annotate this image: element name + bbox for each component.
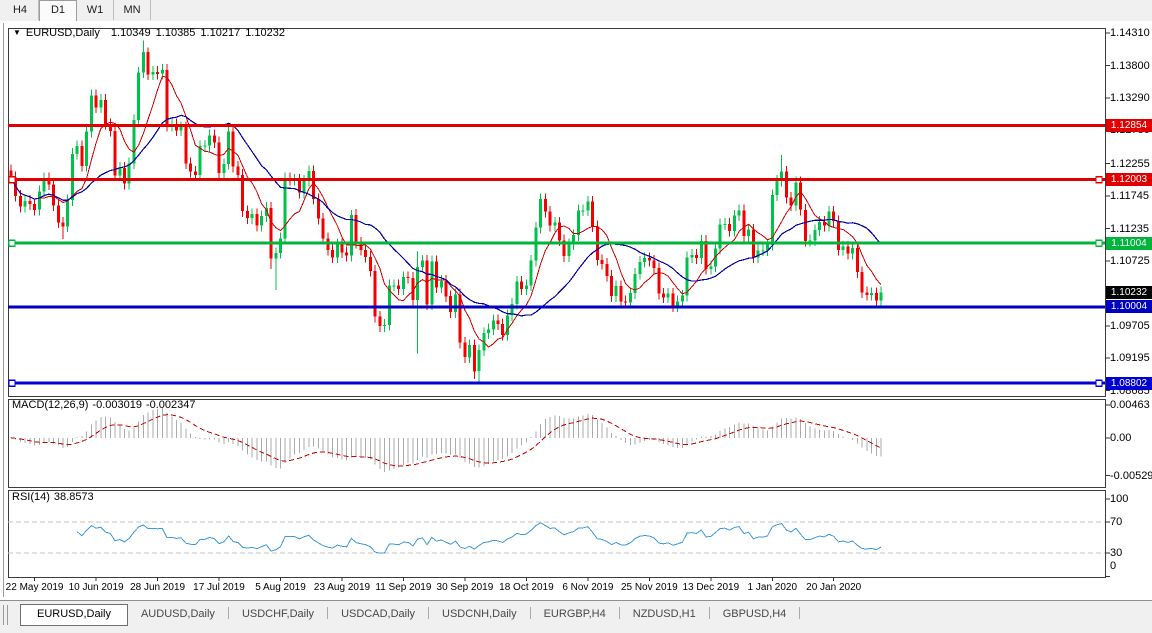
price-tick-label: 1.12255	[1110, 157, 1150, 170]
line-handle	[8, 176, 16, 184]
date-tick-label: 17 Jul 2019	[193, 582, 245, 593]
ohlc-high: 1.10385	[155, 27, 196, 39]
line-handle	[1095, 176, 1103, 184]
price-tick-label: 1.09705	[1110, 319, 1150, 332]
chart-canvas[interactable]	[0, 0, 1152, 628]
line-handle	[8, 379, 16, 387]
ohlc-open: 1.10349	[110, 27, 151, 39]
date-tick-label: 1 Jan 2020	[747, 582, 798, 593]
tab-nzdusd-h1[interactable]: NZDUSD,H1	[620, 604, 710, 624]
date-tick-label: 6 Nov 2019	[562, 582, 614, 593]
price-level-badge: 1.11004	[1106, 236, 1152, 250]
rsi-tick-label: 70	[1110, 516, 1123, 528]
date-tick-label: 20 Jan 2020	[806, 582, 862, 593]
price-tick-label: 1.13800	[1110, 59, 1150, 72]
macd-signal-value: -0.002347	[145, 399, 196, 411]
tab-usdcnh-daily[interactable]: USDCNH,Daily	[429, 604, 531, 624]
line-handle	[8, 239, 16, 247]
price-tick-label: 1.14310	[1110, 27, 1150, 40]
rsi-tick-label: 30	[1110, 547, 1123, 559]
date-tick-label: 30 Sep 2019	[436, 582, 494, 593]
date-tick-label: 5 Aug 2019	[255, 582, 306, 593]
macd-tick-label: 0.00463	[1110, 399, 1150, 412]
panel-frames	[8, 28, 1106, 578]
ohlc-close: 1.10232	[245, 27, 285, 39]
tab-usdchf-daily[interactable]: USDCHF,Daily	[229, 604, 328, 624]
price-tick-label: 1.10725	[1110, 254, 1150, 267]
rsi-name: RSI(14)	[12, 491, 50, 503]
rsi-tick-label: 100	[1110, 492, 1129, 505]
price-tick-label: 1.09195	[1110, 352, 1150, 365]
price-tick-label: 1.13290	[1110, 91, 1150, 104]
price-level-badge: 1.12003	[1106, 173, 1152, 187]
date-tick-label: 23 Aug 2019	[313, 582, 371, 593]
line-handle	[1095, 239, 1103, 247]
tab-gbpusd-h4[interactable]: GBPUSD,H4	[710, 604, 801, 624]
macd-tick-label: 0.00	[1110, 432, 1132, 444]
symbol-tabbar: EURUSD,Daily AUDUSD,Daily USDCHF,Daily USDC…	[0, 600, 1152, 629]
date-tick-label: 22 May 2019	[5, 582, 64, 593]
price-tick-label: 1.11745	[1110, 190, 1149, 203]
price-level-badge: 1.08802	[1106, 376, 1152, 390]
tabbar-gripper[interactable]	[3, 605, 8, 625]
price-tick-label: 1.11235	[1110, 222, 1149, 235]
date-tick-label: 13 Dec 2019	[682, 582, 740, 593]
chart-title: ▼ EURUSD,Daily 1.10349 1.10385 1.10217 1.1023…	[13, 27, 285, 39]
line-handle	[1095, 379, 1103, 387]
chevron-down-icon[interactable]: ▼	[13, 28, 21, 37]
ohlc-low: 1.10217	[200, 27, 241, 39]
tab-eurusd-daily[interactable]: EURUSD,Daily	[20, 604, 128, 626]
macd-indicator-label: MACD(12,26,9) -0.003019 -0.002347	[12, 399, 200, 411]
price-level-badge: 1.12854	[1106, 119, 1152, 133]
tab-eurgbp-h4[interactable]: EURGBP,H4	[531, 604, 620, 624]
price-level-badge: 1.10004	[1106, 300, 1152, 314]
chart-symbol-label: EURUSD,Daily	[25, 27, 100, 39]
rsi-value: 38.8573	[53, 491, 94, 503]
date-tick-label: 18 Oct 2019	[499, 582, 554, 593]
macd-name: MACD(12,26,9)	[12, 399, 89, 411]
macd-tick-label: -0.00529	[1110, 469, 1152, 482]
date-tick-label: 25 Nov 2019	[620, 582, 678, 593]
rsi-indicator-label: RSI(14) 38.8573	[12, 491, 98, 503]
macd-main-value: -0.003019	[92, 399, 142, 411]
date-tick-label: 10 Jun 2019	[68, 582, 124, 593]
rsi-tick-label: 0	[1110, 560, 1117, 572]
date-tick-label: 11 Sep 2019	[375, 582, 432, 593]
date-tick-label: 28 Jun 2019	[130, 582, 186, 593]
current-price-badge: 1.10232	[1106, 285, 1152, 299]
tab-usdcad-daily[interactable]: USDCAD,Daily	[328, 604, 429, 624]
tab-audusd-daily[interactable]: AUDUSD,Daily	[128, 604, 229, 624]
